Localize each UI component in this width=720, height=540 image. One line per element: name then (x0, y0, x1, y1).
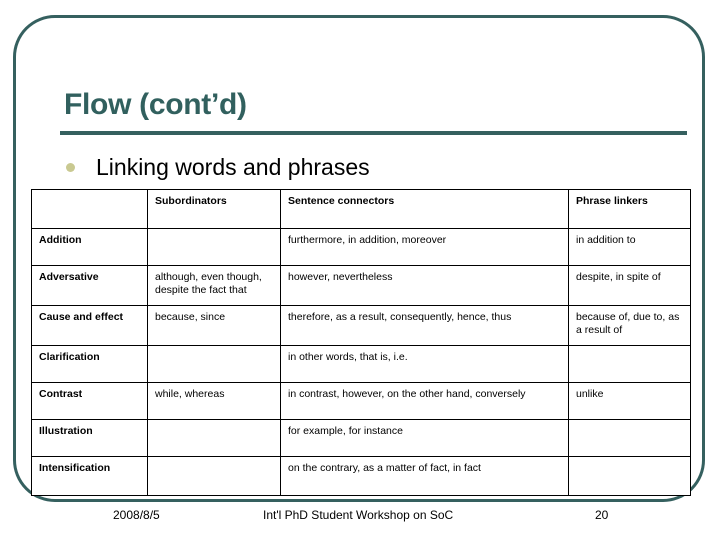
slide: Flow (cont’d) Linking words and phrases … (0, 0, 720, 540)
footer-date: 2008/8/5 (113, 508, 160, 522)
cell-sentence-connectors: however, nevertheless (280, 265, 569, 306)
table-header-row: Subordinators Sentence connectors Phrase… (31, 189, 691, 229)
cell-subordinators (147, 228, 281, 266)
footer-page-number: 20 (595, 508, 609, 522)
table-row: Clarification in other words, that is, i… (31, 345, 691, 383)
footer-event-title: Int'l PhD Student Workshop on SoC (263, 508, 454, 522)
slide-footer: 2008/8/5 Int'l PhD Student Workshop on S… (0, 508, 720, 532)
cell-phrase-linkers: despite, in spite of (568, 265, 691, 306)
column-header-phrase-linkers: Phrase linkers (568, 189, 691, 229)
cell-sentence-connectors: furthermore, in addition, moreover (280, 228, 569, 266)
cell-subordinators (147, 419, 281, 457)
table-row: Intensification on the contrary, as a ma… (31, 456, 691, 496)
table-row: Illustration for example, for instance (31, 419, 691, 457)
cell-category: Clarification (31, 345, 148, 383)
title-divider (60, 131, 687, 135)
column-header-subordinators: Subordinators (147, 189, 281, 229)
cell-phrase-linkers (568, 456, 691, 496)
cell-category: Cause and effect (31, 305, 148, 346)
cell-phrase-linkers: unlike (568, 382, 691, 420)
bullet-dot-icon (66, 163, 75, 172)
column-header-sentence-connectors: Sentence connectors (280, 189, 569, 229)
cell-subordinators: although, even though, despite the fact … (147, 265, 281, 306)
cell-phrase-linkers (568, 419, 691, 457)
cell-sentence-connectors: on the contrary, as a matter of fact, in… (280, 456, 569, 496)
cell-phrase-linkers: because of, due to, as a result of (568, 305, 691, 346)
table-row: Adversative although, even though, despi… (31, 265, 691, 306)
cell-category: Illustration (31, 419, 148, 457)
linking-words-table-wrapper: Subordinators Sentence connectors Phrase… (31, 189, 691, 496)
bullet-item: Linking words and phrases (66, 156, 370, 179)
table-row: Contrast while, whereas in contrast, how… (31, 382, 691, 420)
cell-phrase-linkers (568, 345, 691, 383)
cell-subordinators: because, since (147, 305, 281, 346)
cell-subordinators: while, whereas (147, 382, 281, 420)
page-title: Flow (cont’d) (64, 88, 247, 121)
cell-category: Adversative (31, 265, 148, 306)
cell-category: Intensification (31, 456, 148, 496)
linking-words-table: Subordinators Sentence connectors Phrase… (31, 189, 691, 496)
cell-sentence-connectors: in contrast, however, on the other hand,… (280, 382, 569, 420)
cell-phrase-linkers: in addition to (568, 228, 691, 266)
cell-subordinators (147, 456, 281, 496)
cell-sentence-connectors: for example, for instance (280, 419, 569, 457)
table-row: Addition furthermore, in addition, moreo… (31, 228, 691, 266)
column-header-category (31, 189, 148, 229)
cell-subordinators (147, 345, 281, 383)
cell-category: Contrast (31, 382, 148, 420)
cell-category: Addition (31, 228, 148, 266)
cell-sentence-connectors: in other words, that is, i.e. (280, 345, 569, 383)
cell-sentence-connectors: therefore, as a result, consequently, he… (280, 305, 569, 346)
table-row: Cause and effect because, since therefor… (31, 305, 691, 346)
bullet-item-label: Linking words and phrases (96, 154, 370, 180)
